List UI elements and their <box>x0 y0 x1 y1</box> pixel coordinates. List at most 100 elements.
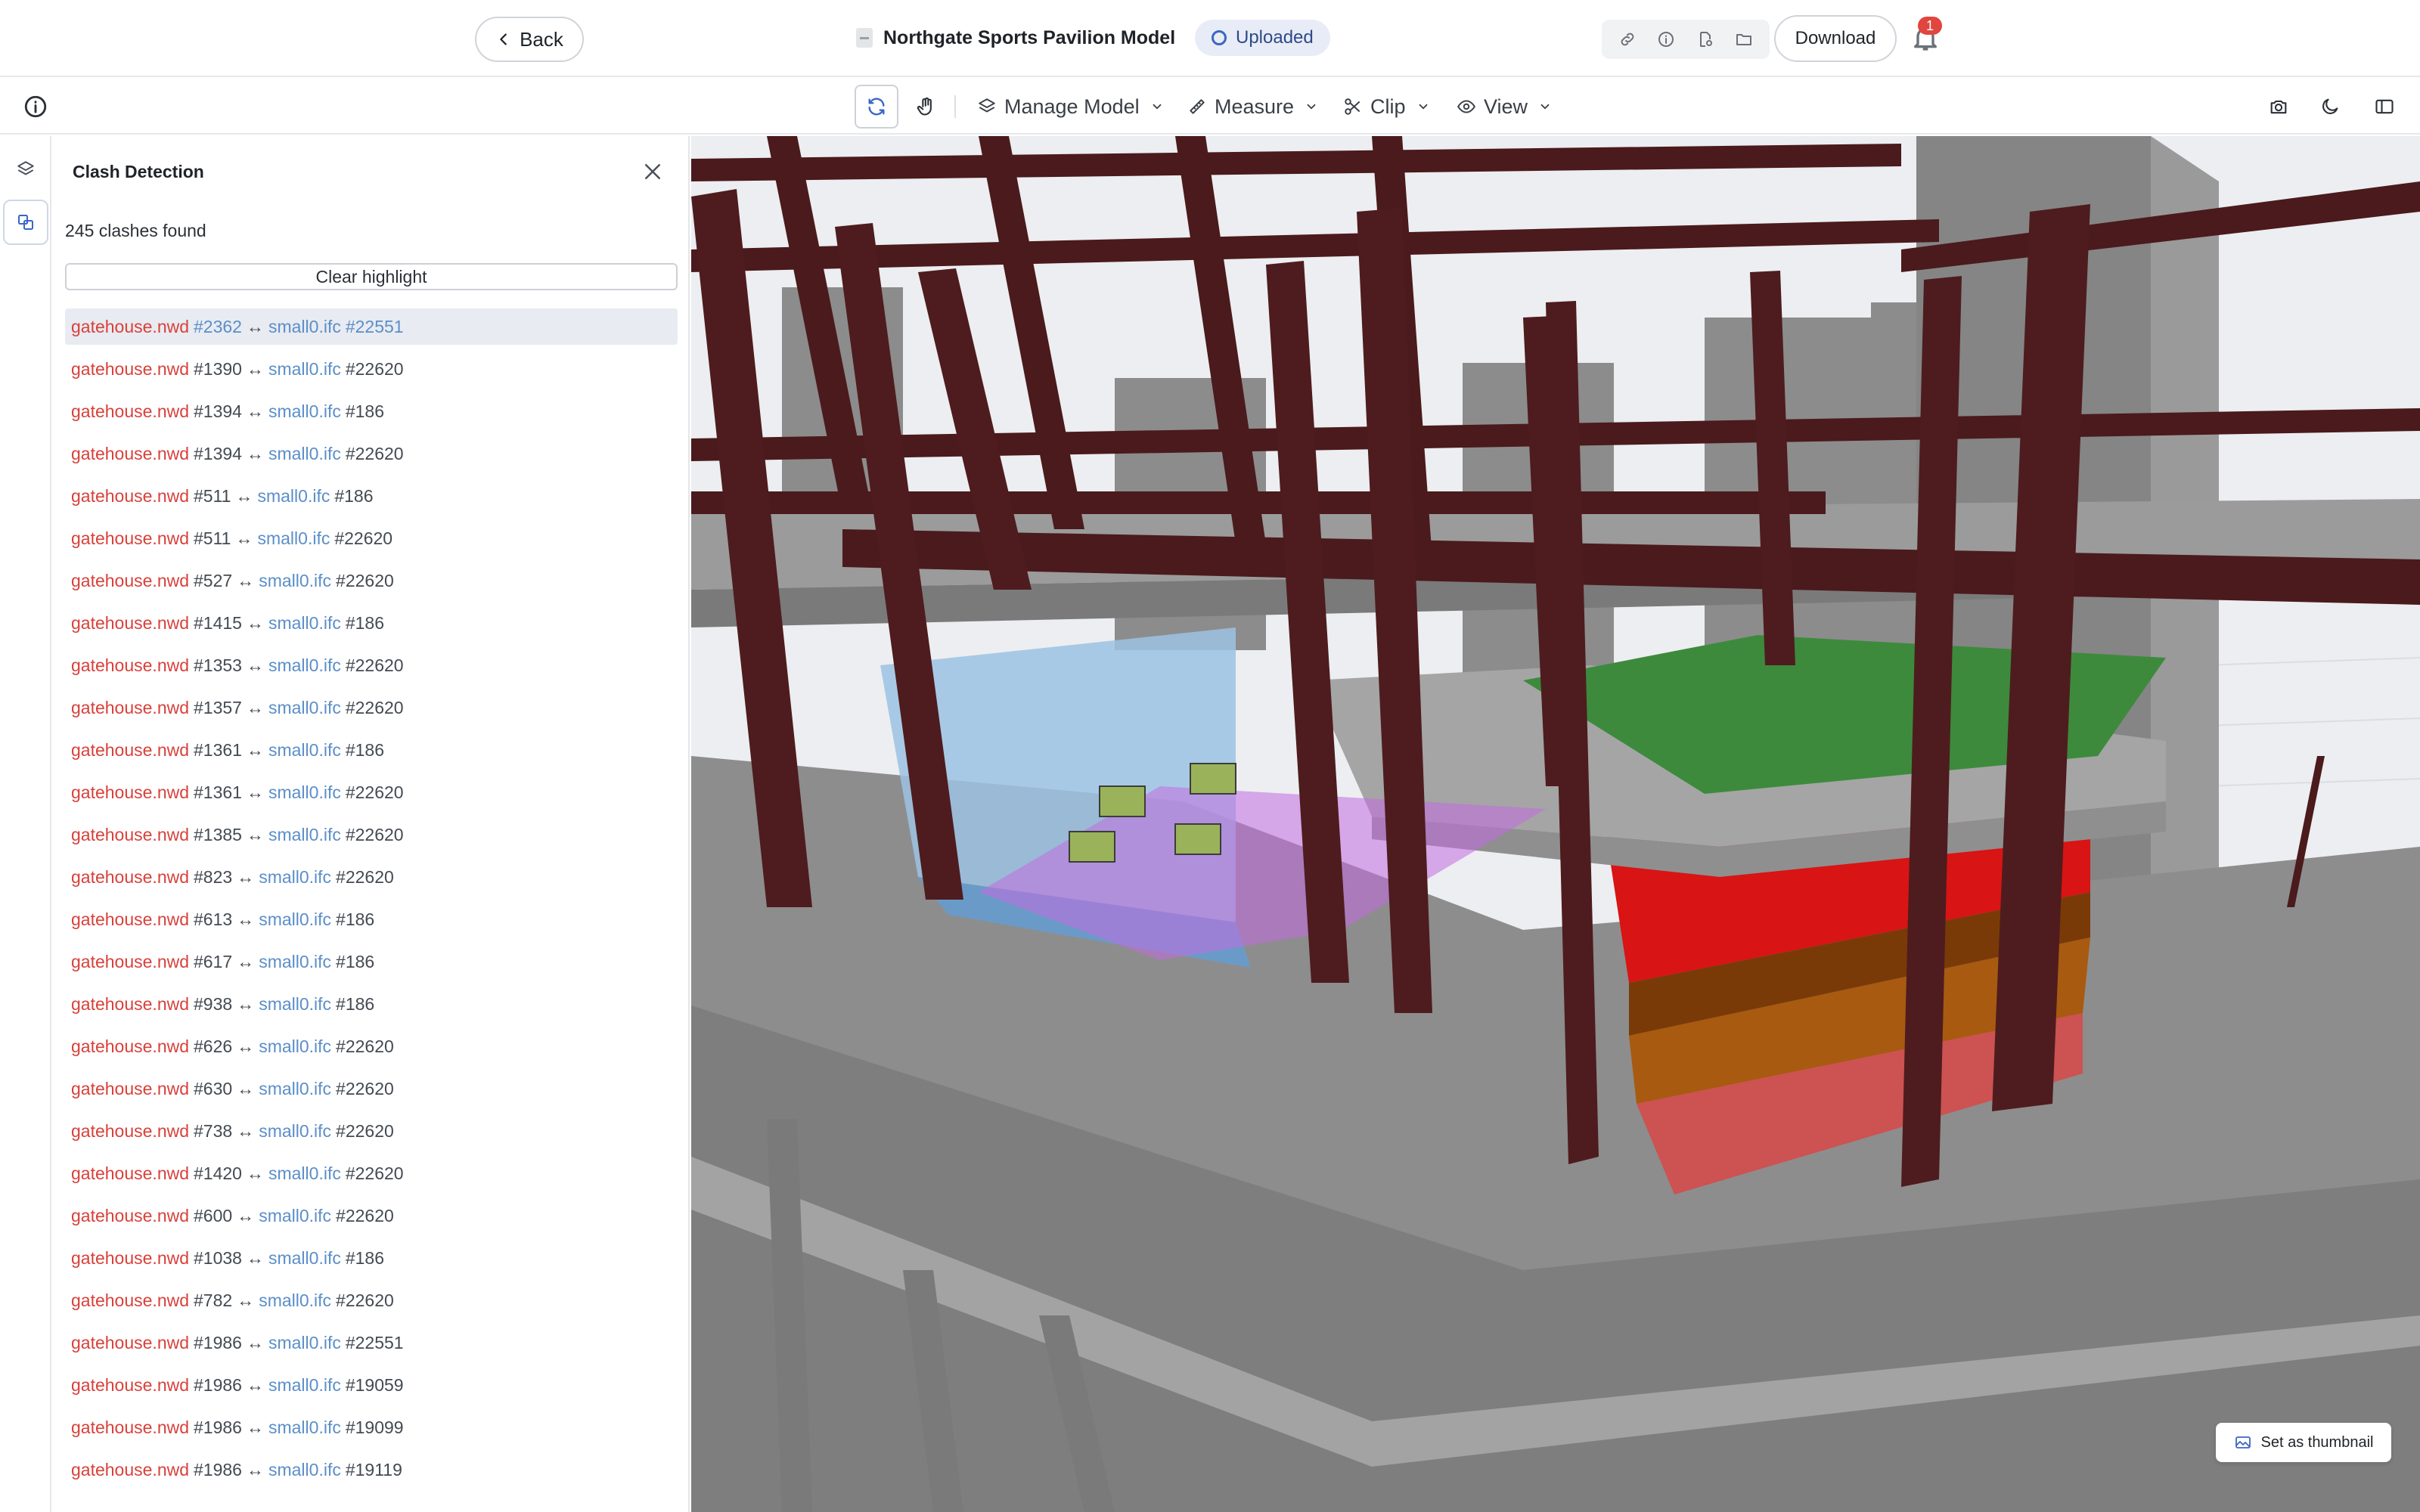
clash-item[interactable]: gatehouse.nwd #2362 ↔ small0.ifc #22551 <box>65 308 678 345</box>
chevron-left-icon <box>500 33 507 45</box>
set-thumbnail-button[interactable]: Set as thumbnail <box>2216 1423 2391 1462</box>
clash-item[interactable]: gatehouse.nwd #1420 ↔ small0.ifc #22620 <box>65 1155 678 1191</box>
orbit-button[interactable] <box>855 85 898 129</box>
clash-arrow: ↔ <box>246 655 264 675</box>
clash-id-b: #22620 <box>336 1078 394 1098</box>
clash-detection-panel-button[interactable] <box>3 200 48 245</box>
clash-file-b: small0.ifc <box>259 1205 332 1225</box>
clash-item[interactable]: gatehouse.nwd #1361 ↔ small0.ifc #22620 <box>65 774 678 810</box>
eye-icon <box>1457 100 1475 113</box>
clash-item[interactable]: gatehouse.nwd #938 ↔ small0.ifc #186 <box>65 986 678 1022</box>
clash-item[interactable]: gatehouse.nwd #1986 ↔ small0.ifc #19099 <box>65 1409 678 1445</box>
clash-arrow: ↔ <box>237 1036 255 1056</box>
notification-badge: 1 <box>1918 17 1942 35</box>
clash-file-b: small0.ifc <box>268 1374 341 1395</box>
clash-item[interactable]: gatehouse.nwd #1415 ↔ small0.ifc #186 <box>65 605 678 641</box>
clash-item[interactable]: gatehouse.nwd #527 ↔ small0.ifc #22620 <box>65 562 678 599</box>
page-title: Northgate Sports Pavilion Model <box>883 26 1176 48</box>
clash-arrow: ↔ <box>237 993 255 1014</box>
clash-arrow: ↔ <box>237 951 255 971</box>
clash-item[interactable]: gatehouse.nwd #1986 ↔ small0.ifc #19059 <box>65 1367 678 1403</box>
chevron-down-icon <box>1153 104 1162 110</box>
clash-item[interactable]: gatehouse.nwd #1394 ↔ small0.ifc #186 <box>65 393 678 429</box>
clash-file-a: gatehouse.nwd <box>71 443 190 463</box>
clash-item[interactable]: gatehouse.nwd #823 ↔ small0.ifc #22620 <box>65 859 678 895</box>
manage-model-menu[interactable]: Manage Model <box>977 89 1164 124</box>
clash-file-b: small0.ifc <box>268 1417 341 1437</box>
info-icon[interactable] <box>23 94 48 119</box>
clash-id-b: #22620 <box>334 528 393 548</box>
clash-item[interactable]: gatehouse.nwd #630 ↔ small0.ifc #22620 <box>65 1070 678 1107</box>
header-action-icons <box>1602 20 1770 59</box>
clash-file-b: small0.ifc <box>268 612 341 633</box>
folder-icon[interactable] <box>1729 24 1759 54</box>
clear-highlight-button[interactable]: Clear highlight <box>65 263 678 290</box>
clash-id-a: #1361 <box>194 782 242 802</box>
clash-arrow: ↔ <box>246 1459 264 1479</box>
clash-id-a: #1394 <box>194 401 242 421</box>
clash-item[interactable]: gatehouse.nwd #1353 ↔ small0.ifc #22620 <box>65 647 678 683</box>
clash-item[interactable]: gatehouse.nwd #626 ↔ small0.ifc #22620 <box>65 1028 678 1064</box>
3d-viewport[interactable]: Set as thumbnail <box>691 136 2420 1512</box>
clash-id-a: #1361 <box>194 739 242 760</box>
clash-item[interactable]: gatehouse.nwd #782 ↔ small0.ifc #22620 <box>65 1282 678 1318</box>
clash-file-a: gatehouse.nwd <box>71 1247 190 1268</box>
clash-icon <box>18 215 33 230</box>
clash-item[interactable]: gatehouse.nwd #511 ↔ small0.ifc #22620 <box>65 520 678 556</box>
clash-item[interactable]: gatehouse.nwd #1385 ↔ small0.ifc #22620 <box>65 816 678 853</box>
clash-id-b: #22620 <box>336 570 394 590</box>
view-label: View <box>1484 94 1528 118</box>
info-icon[interactable] <box>1651 24 1681 54</box>
clash-id-b: #186 <box>336 909 375 929</box>
clash-file-a: gatehouse.nwd <box>71 739 190 760</box>
measure-menu[interactable]: Measure <box>1187 89 1318 124</box>
file-icon <box>856 28 873 48</box>
moon-icon[interactable] <box>2317 94 2343 119</box>
back-button[interactable]: Back <box>475 17 584 62</box>
clash-item[interactable]: gatehouse.nwd #600 ↔ small0.ifc #22620 <box>65 1198 678 1234</box>
clash-item[interactable]: gatehouse.nwd #617 ↔ small0.ifc #186 <box>65 943 678 980</box>
link-icon[interactable] <box>1612 24 1643 54</box>
clip-menu[interactable]: Clip <box>1343 89 1430 124</box>
clash-id-b: #22620 <box>345 824 404 844</box>
clash-item[interactable]: gatehouse.nwd #1986 ↔ small0.ifc #19119 <box>65 1452 678 1488</box>
sidebar-icon[interactable] <box>2372 94 2397 119</box>
model-scene[interactable] <box>691 136 2420 1512</box>
clash-item[interactable]: gatehouse.nwd #1394 ↔ small0.ifc #22620 <box>65 435 678 472</box>
clash-id-a: #1390 <box>194 358 242 379</box>
clash-arrow: ↔ <box>246 697 264 717</box>
clash-file-b: small0.ifc <box>259 1290 332 1310</box>
clash-id-b: #186 <box>336 993 375 1014</box>
clash-id-b: #22620 <box>345 1163 404 1183</box>
close-icon[interactable] <box>641 160 664 183</box>
clash-item[interactable]: gatehouse.nwd #613 ↔ small0.ifc #186 <box>65 901 678 937</box>
clash-file-a: gatehouse.nwd <box>71 316 190 336</box>
status-badge: Uploaded <box>1195 20 1330 56</box>
clash-id-a: #511 <box>194 485 231 506</box>
layers-panel-button[interactable] <box>3 147 48 192</box>
clash-item[interactable]: gatehouse.nwd #1986 ↔ small0.ifc #22551 <box>65 1325 678 1361</box>
file-settings-icon[interactable] <box>1690 24 1720 54</box>
clash-item[interactable]: gatehouse.nwd #511 ↔ small0.ifc #186 <box>65 478 678 514</box>
set-thumbnail-label: Set as thumbnail <box>2260 1433 2374 1451</box>
clash-file-b: small0.ifc <box>268 1163 341 1183</box>
clash-item[interactable]: gatehouse.nwd #738 ↔ small0.ifc #22620 <box>65 1113 678 1149</box>
clash-item[interactable]: gatehouse.nwd #1357 ↔ small0.ifc #22620 <box>65 689 678 726</box>
clash-arrow: ↔ <box>246 1332 264 1352</box>
clash-item[interactable]: gatehouse.nwd #1038 ↔ small0.ifc #186 <box>65 1240 678 1276</box>
clash-file-a: gatehouse.nwd <box>71 1036 190 1056</box>
clash-arrow: ↔ <box>237 1205 255 1225</box>
clash-arrow: ↔ <box>246 1163 264 1183</box>
clash-item[interactable]: gatehouse.nwd #1390 ↔ small0.ifc #22620 <box>65 351 678 387</box>
ruler-icon <box>1190 99 1205 114</box>
download-button[interactable]: Download <box>1774 15 1897 62</box>
clash-item[interactable]: gatehouse.nwd #1361 ↔ small0.ifc #186 <box>65 732 678 768</box>
clash-file-b: small0.ifc <box>257 528 330 548</box>
back-label: Back <box>520 27 563 51</box>
view-menu[interactable]: View <box>1457 89 1552 124</box>
pan-button[interactable] <box>909 89 944 124</box>
clash-file-a: gatehouse.nwd <box>71 1417 190 1437</box>
camera-icon[interactable] <box>2266 94 2291 119</box>
clash-id-a: #511 <box>194 528 231 548</box>
clash-file-a: gatehouse.nwd <box>71 1205 190 1225</box>
